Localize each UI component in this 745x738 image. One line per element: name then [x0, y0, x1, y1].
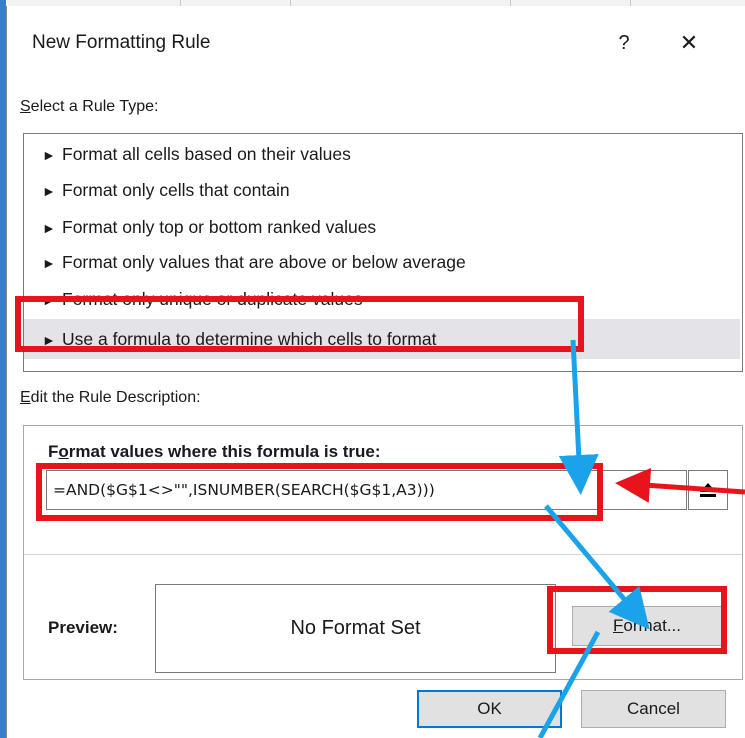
- divider: [24, 554, 742, 555]
- collapse-dialog-icon: [700, 483, 716, 497]
- rule-arrow-icon: ►: [42, 255, 56, 271]
- rule-type-list[interactable]: ► Format all cells based on their values …: [23, 133, 743, 372]
- dialog-title: New Formatting Rule: [32, 32, 211, 53]
- cancel-button[interactable]: Cancel: [581, 690, 726, 728]
- new-formatting-rule-dialog: New Formatting Rule ? ✕ Select a Rule Ty…: [6, 6, 745, 738]
- rule-description-label: Edit the Rule Description:: [20, 389, 201, 406]
- rule-type-label: Select a Rule Type:: [20, 98, 159, 115]
- rule-description-panel: Format values where this formula is true…: [23, 425, 743, 680]
- help-icon[interactable]: ?: [612, 28, 636, 58]
- rule-arrow-icon: ►: [42, 183, 56, 199]
- rule-type-item[interactable]: ► Format only values that are above or be…: [24, 247, 740, 277]
- rule-type-item[interactable]: ► Format only cells that contain: [24, 175, 740, 205]
- rule-arrow-icon: ►: [42, 292, 56, 308]
- rule-arrow-icon: ►: [42, 147, 56, 163]
- collapse-dialog-button[interactable]: [688, 470, 728, 510]
- rule-arrow-icon: ►: [42, 332, 56, 348]
- rule-type-item[interactable]: ► Format only top or bottom ranked values: [24, 212, 740, 242]
- preview-box: No Format Set: [155, 584, 556, 673]
- rule-type-item[interactable]: ► Format only unique or duplicate values: [24, 284, 740, 314]
- rule-type-item[interactable]: ► Format all cells based on their values: [24, 139, 740, 169]
- preview-label: Preview:: [48, 618, 118, 637]
- format-button[interactable]: Format...: [572, 606, 722, 646]
- formula-label: Format values where this formula is true…: [48, 442, 381, 461]
- rule-arrow-icon: ►: [42, 220, 56, 236]
- close-icon[interactable]: ✕: [671, 26, 707, 60]
- formula-input[interactable]: =AND($G$1<>"",ISNUMBER(SEARCH($G$1,A3))): [46, 470, 687, 510]
- ok-button[interactable]: OK: [417, 690, 562, 728]
- rule-type-item-selected[interactable]: ► Use a formula to determine which cells …: [24, 319, 740, 359]
